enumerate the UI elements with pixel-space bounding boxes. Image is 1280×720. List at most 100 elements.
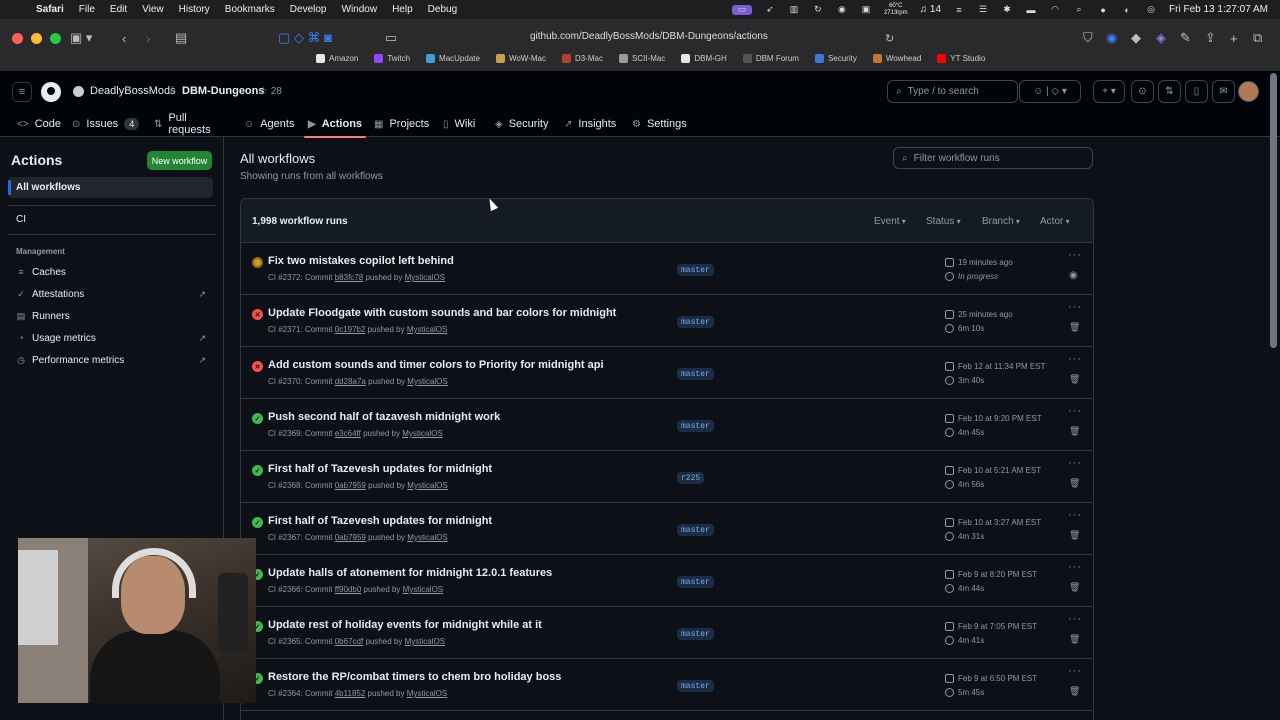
workflow-run-row[interactable]: ✓ First half of Tazevesh updates for midn… bbox=[241, 451, 1093, 503]
reader-icon[interactable]: ▭ bbox=[385, 29, 397, 47]
commit-sha-link[interactable]: 0ab7959 bbox=[335, 533, 366, 542]
sidebar-item-performance-metrics[interactable]: ◷ Performance metrics ↗ bbox=[16, 352, 208, 368]
account-icon[interactable]: ◉ bbox=[1106, 29, 1117, 47]
commit-sha-link[interactable]: 0ab7959 bbox=[335, 481, 366, 490]
control-center-icon[interactable]: ◐ bbox=[1121, 5, 1133, 15]
run-title-link[interactable]: Update rest of holiday events for midnig… bbox=[268, 619, 542, 631]
actor-link[interactable]: MysticalOS bbox=[405, 273, 445, 282]
run-title-link[interactable]: Restore the RP/combat timers to chem bro… bbox=[268, 671, 561, 683]
list-icon[interactable]: ≡ bbox=[953, 5, 965, 15]
branch-badge[interactable]: master bbox=[677, 576, 714, 588]
menu-icon[interactable]: ≡ bbox=[12, 82, 32, 102]
repo-name-link[interactable]: DBM-Dungeons bbox=[182, 85, 265, 97]
issues-button[interactable]: ⊙ bbox=[1131, 80, 1154, 103]
eye-icon[interactable]: ◉ bbox=[836, 4, 848, 15]
workflow-run-row[interactable]: ✓ Update rest of holiday events for midni… bbox=[241, 607, 1093, 659]
shield-icon[interactable]: ⛉ bbox=[1083, 29, 1093, 47]
user-icon[interactable]: ● bbox=[1097, 5, 1109, 15]
notifications-count[interactable]: ♫ 14 bbox=[920, 4, 941, 15]
wifi-signal-icon[interactable]: ☰ bbox=[977, 4, 989, 15]
branch-badge[interactable]: master bbox=[677, 524, 714, 536]
siri-icon[interactable]: ◎ bbox=[1145, 4, 1157, 15]
puzzle-icon[interactable]: ◆ bbox=[1131, 29, 1141, 47]
menu-item-debug[interactable]: Debug bbox=[428, 4, 457, 15]
branch-filter-dropdown[interactable]: Branch bbox=[982, 216, 1020, 227]
new-workflow-button[interactable]: New workflow bbox=[147, 151, 212, 170]
branch-badge[interactable]: master bbox=[677, 316, 714, 328]
branch-badge[interactable]: master bbox=[677, 420, 714, 432]
menu-item-file[interactable]: File bbox=[79, 4, 95, 15]
rocket-icon[interactable]: ➶ bbox=[764, 4, 776, 15]
sidebar-item-ci[interactable]: CI bbox=[16, 214, 26, 225]
sidebar-item-caches[interactable]: ≡ Caches bbox=[16, 264, 208, 280]
actor-link[interactable]: MysticalOS bbox=[407, 377, 447, 386]
commit-sha-link[interactable]: dd28a7a bbox=[335, 377, 366, 386]
workflow-run-row[interactable]: Fix two mistakes copilot left behind CI #… bbox=[241, 243, 1093, 295]
tab-code[interactable]: <> Code bbox=[17, 114, 61, 134]
menu-item-window[interactable]: Window bbox=[342, 4, 378, 15]
extension-icon[interactable]: ▢ ◇ ⌘ ◙ bbox=[278, 29, 332, 47]
workflow-run-row[interactable]: ✓ First half of Tazevesh updates for midn… bbox=[241, 503, 1093, 555]
sync-icon[interactable]: ↻ bbox=[812, 4, 824, 15]
tab-security[interactable]: ◈ Security bbox=[495, 114, 548, 134]
tab-pull-requests[interactable]: ⇅ Pull requests bbox=[154, 112, 211, 136]
sidebar-toggle-icon[interactable]: ▣ ▾ bbox=[70, 29, 92, 47]
actor-link[interactable]: MysticalOS bbox=[402, 429, 442, 438]
wifi-icon[interactable]: ◠ bbox=[1049, 4, 1061, 15]
close-window-button[interactable] bbox=[12, 33, 23, 44]
actor-link[interactable]: MysticalOS bbox=[407, 325, 447, 334]
run-title-link[interactable]: Add custom sounds and timer colors to Pr… bbox=[268, 359, 604, 371]
actor-link[interactable]: MysticalOS bbox=[407, 689, 447, 698]
menu-item-bookmarks[interactable]: Bookmarks bbox=[225, 4, 275, 15]
bookmark-macupdate[interactable]: MacUpdate bbox=[426, 54, 480, 63]
tab-insights[interactable]: ↗ Insights bbox=[564, 114, 616, 134]
search-input[interactable]: ⌕ Type / to search bbox=[887, 80, 1018, 103]
run-title-link[interactable]: Update halls of atonement for midnight 1… bbox=[268, 567, 552, 579]
run-title-link[interactable]: First half of Tazevesh updates for midni… bbox=[268, 515, 492, 527]
tab-issues[interactable]: ⊙ Issues 4 bbox=[72, 114, 140, 134]
status-filter-dropdown[interactable]: Status bbox=[926, 216, 961, 227]
menu-item-develop[interactable]: Develop bbox=[290, 4, 327, 15]
filter-runs-input[interactable]: ⌕ Filter workflow runs bbox=[893, 147, 1093, 169]
actor-link[interactable]: MysticalOS bbox=[405, 637, 445, 646]
share-icon[interactable]: ⇪ bbox=[1205, 29, 1216, 47]
new-tab-icon[interactable]: + bbox=[1230, 29, 1238, 47]
user-avatar[interactable] bbox=[1238, 81, 1259, 102]
repo-star-count[interactable]: ☆ 28 bbox=[259, 86, 282, 97]
sidebar-item-usage-metrics[interactable]: ◔ Usage metrics ↗ bbox=[16, 330, 208, 346]
tab-actions[interactable]: ▶ Actions bbox=[303, 114, 367, 138]
bookmark-amazon[interactable]: Amazon bbox=[316, 54, 358, 63]
copilot-button[interactable]: ☺ | ◇ ▾ bbox=[1019, 80, 1081, 103]
actor-link[interactable]: MysticalOS bbox=[403, 585, 443, 594]
tab-settings[interactable]: ⚙ Settings bbox=[632, 114, 687, 134]
tab-overview-icon[interactable]: ▤ bbox=[175, 29, 187, 47]
kebab-horizontal-icon[interactable]: ··· bbox=[1068, 509, 1082, 521]
tabs-grid-icon[interactable]: ⧉ bbox=[1253, 29, 1262, 47]
kebab-horizontal-icon[interactable]: ··· bbox=[1068, 561, 1082, 573]
workflow-run-row[interactable]: ✕ Update Floodgate with custom sounds and… bbox=[241, 295, 1093, 347]
kebab-horizontal-icon[interactable]: ··· bbox=[1068, 613, 1082, 625]
bookmark-wow-mac[interactable]: WoW-Mac bbox=[495, 54, 546, 63]
bookmark-yt-studio[interactable]: YT Studio bbox=[937, 54, 985, 63]
tab-agents[interactable]: ☺ Agents bbox=[244, 114, 294, 134]
kebab-horizontal-icon[interactable]: ··· bbox=[1068, 457, 1082, 469]
cancel-run-icon[interactable]: ◉ bbox=[1069, 270, 1078, 281]
actor-link[interactable]: MysticalOS bbox=[407, 481, 447, 490]
repositories-button[interactable]: ▯ bbox=[1185, 80, 1208, 103]
tab-projects[interactable]: ▦ Projects bbox=[374, 114, 429, 134]
commit-sha-link[interactable]: 4b11852 bbox=[335, 689, 366, 698]
zoom-window-button[interactable] bbox=[50, 33, 61, 44]
trash-icon[interactable]: 🗑 bbox=[1069, 634, 1080, 645]
workflow-run-row[interactable]: ✓ Update halls of atonement for midnight … bbox=[241, 555, 1093, 607]
bookmark-d3-mac[interactable]: D3-Mac bbox=[562, 54, 603, 63]
sidebar-item-all-workflows[interactable]: All workflows bbox=[8, 177, 213, 198]
menu-item-view[interactable]: View bbox=[142, 4, 164, 15]
pull-requests-button[interactable]: ⇅ bbox=[1158, 80, 1181, 103]
run-title-link[interactable]: Update Floodgate with custom sounds and … bbox=[268, 307, 616, 319]
trash-icon[interactable]: 🗑 bbox=[1069, 478, 1080, 489]
audio-meter-icon[interactable]: ▥ bbox=[788, 4, 800, 15]
tab-wiki[interactable]: ▯ Wiki bbox=[443, 114, 475, 134]
screen-share-icon[interactable]: ▭ bbox=[731, 4, 752, 15]
actor-link[interactable]: MysticalOS bbox=[407, 533, 447, 542]
kebab-horizontal-icon[interactable]: ··· bbox=[1068, 353, 1082, 365]
